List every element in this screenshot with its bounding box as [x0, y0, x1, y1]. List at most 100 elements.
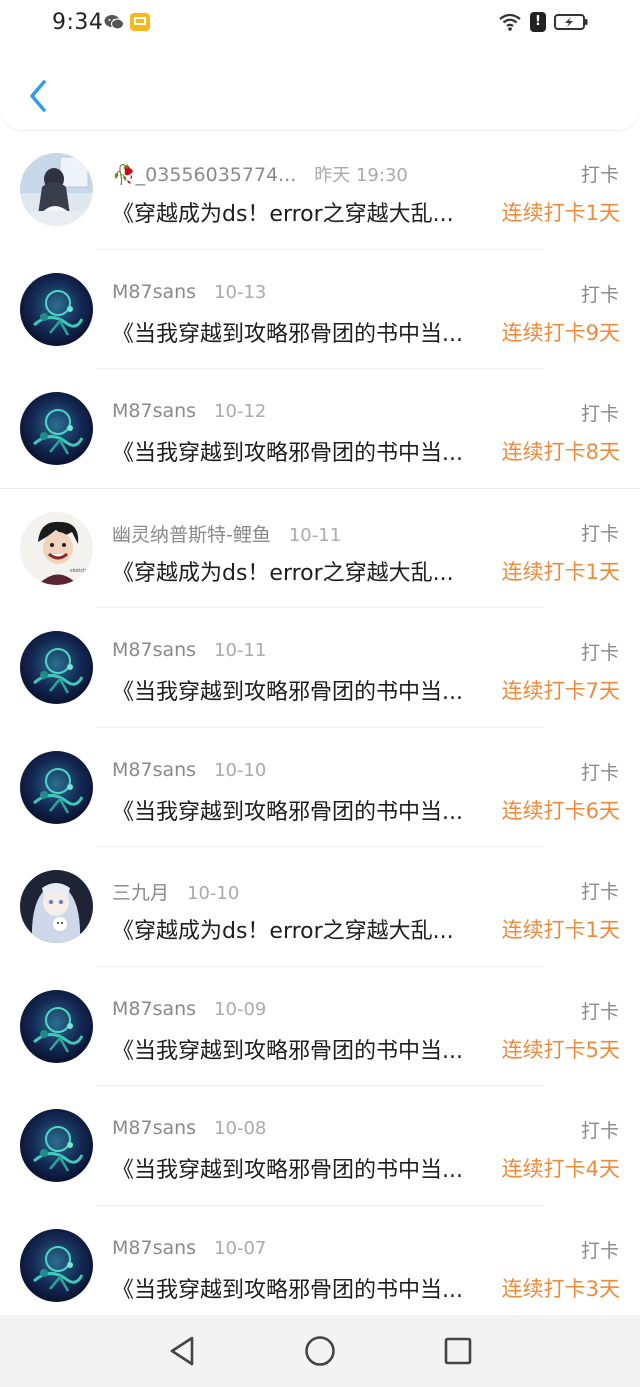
record-date: 10-10	[187, 883, 240, 904]
record-type-tag: 打卡	[580, 1239, 619, 1262]
record-meta: M87sans 10-07	[112, 1237, 266, 1259]
record-type-tag: 打卡	[580, 1000, 619, 1023]
streak-label: 连续打卡3天	[501, 1276, 620, 1301]
record-meta: 🥀_03556035774... 昨天 19:30	[112, 161, 408, 187]
checkin-record-item[interactable]: M87sans 10-09 打卡《当我穿越到攻略邪骨团的书中当... 连续打卡5天	[0, 967, 640, 1086]
streak-label: 连续打卡7天	[501, 679, 620, 703]
avatar[interactable]	[20, 631, 93, 704]
username[interactable]: M87sans	[112, 1117, 196, 1139]
record-type-tag: 打卡	[580, 164, 619, 186]
record-meta: 幽灵纳普斯特-鲤鱼 10-11	[112, 520, 341, 547]
top-bar: 9:34 !	[0, 0, 640, 130]
record-meta: M87sans 10-08	[112, 1117, 266, 1139]
nav-recents-button[interactable]	[438, 1331, 478, 1371]
record-type-tag: 打卡	[580, 283, 619, 306]
username[interactable]: 三九月	[112, 878, 169, 905]
avatar[interactable]: sketch	[20, 511, 93, 585]
book-title[interactable]: 《当我穿越到攻略邪骨团的书中当...	[112, 435, 500, 467]
record-date: 昨天 19:30	[314, 165, 408, 186]
book-title[interactable]: 《当我穿越到攻略邪骨团的书中当...	[112, 674, 500, 706]
book-title[interactable]: 《穿越成为ds！error之穿越大乱...	[112, 196, 500, 228]
record-date: 10-10	[214, 759, 267, 781]
checkin-record-list: 🥀_03556035774... 昨天 19:30 打卡 《穿越成为ds！error之…	[0, 130, 640, 1325]
wifi-icon	[499, 13, 521, 31]
chevron-left-icon	[30, 80, 46, 112]
mail-notification-icon	[130, 13, 150, 31]
record-date: 10-11	[288, 524, 342, 546]
checkin-record-item[interactable]: M87sans 10-07 打卡《当我穿越到攻略邪骨团的书中当... 连续打卡3天	[0, 1206, 640, 1325]
username[interactable]: M87sans	[112, 281, 196, 303]
username[interactable]: M87sans	[112, 759, 196, 781]
record-meta: M87sans 10-10	[112, 759, 266, 781]
book-title[interactable]: 《当我穿越到攻略邪骨团的书中当...	[112, 1033, 500, 1065]
record-type-tag: 打卡	[580, 761, 619, 784]
book-title[interactable]: 《穿越成为ds！error之穿越大乱...	[112, 555, 500, 587]
alert-icon: !	[530, 12, 546, 32]
checkin-record-item[interactable]: M87sans 10-11 打卡《当我穿越到攻略邪骨团的书中当... 连续打卡7天	[0, 608, 640, 728]
record-meta: M87sans 10-11	[112, 639, 266, 661]
avatar[interactable]	[20, 989, 93, 1063]
record-date: 10-08	[214, 1118, 267, 1139]
nav-back-button[interactable]	[162, 1331, 202, 1371]
streak-label: 连续打卡1天	[501, 559, 620, 584]
username[interactable]: M87sans	[112, 1237, 196, 1259]
book-title[interactable]: 《当我穿越到攻略邪骨团的书中当...	[112, 1152, 500, 1184]
record-type-tag: 打卡	[580, 522, 619, 545]
system-nav-bar	[0, 1315, 640, 1387]
record-type-tag: 打卡	[580, 1120, 619, 1142]
svg-text:sketch: sketch	[70, 568, 86, 574]
home-circle-icon	[305, 1336, 335, 1366]
streak-label: 连续打卡9天	[501, 320, 620, 345]
avatar[interactable]	[20, 750, 93, 824]
record-type-tag: 打卡	[580, 642, 619, 664]
checkin-record-item[interactable]: 🥀_03556035774... 昨天 19:30 打卡《穿越成为ds！error之…	[0, 130, 640, 250]
avatar[interactable]	[20, 272, 93, 346]
streak-label: 连续打卡1天	[501, 201, 620, 225]
book-title[interactable]: 《当我穿越到攻略邪骨团的书中当...	[112, 1272, 500, 1304]
username[interactable]: M87sans	[112, 400, 196, 422]
back-button[interactable]	[18, 74, 58, 118]
username[interactable]: M87sans	[112, 998, 196, 1020]
checkin-record-item[interactable]: M87sans 10-13 打卡《当我穿越到攻略邪骨团的书中当... 连续打卡9天	[0, 250, 640, 369]
nav-home-button[interactable]	[300, 1331, 340, 1371]
username[interactable]: M87sans	[112, 639, 196, 661]
record-date: 10-13	[214, 281, 267, 303]
username[interactable]: 🥀_03556035774...	[112, 163, 296, 186]
record-date: 10-07	[214, 1237, 267, 1259]
avatar[interactable]	[20, 1109, 93, 1182]
back-triangle-icon	[170, 1336, 194, 1366]
streak-label: 连续打卡5天	[501, 1037, 620, 1062]
streak-label: 连续打卡4天	[501, 1157, 620, 1181]
checkin-record-item[interactable]: 三九月 10-10 打卡《穿越成为ds！error之穿越大乱... 连续打卡1天	[0, 847, 640, 967]
record-meta: M87sans 10-09	[112, 998, 266, 1020]
record-type-tag: 打卡	[580, 881, 619, 903]
record-type-tag: 打卡	[580, 403, 619, 425]
record-meta: M87sans 10-12	[112, 400, 266, 422]
checkin-record-item[interactable]: M87sans 10-08 打卡《当我穿越到攻略邪骨团的书中当... 连续打卡4天	[0, 1086, 640, 1206]
wechat-icon	[104, 15, 124, 30]
username[interactable]: 幽灵纳普斯特-鲤鱼	[112, 520, 271, 547]
status-left-icons	[104, 13, 150, 31]
streak-label: 连续打卡6天	[501, 798, 620, 823]
book-title[interactable]: 《当我穿越到攻略邪骨团的书中当...	[112, 316, 500, 348]
checkin-record-item[interactable]: M87sans 10-10 打卡《当我穿越到攻略邪骨团的书中当... 连续打卡6天	[0, 728, 640, 847]
checkin-record-item[interactable]: sketch 幽灵纳普斯特-鲤鱼 10-11 打卡《穿越成为ds！error之穿越大乱…	[0, 489, 640, 608]
avatar[interactable]	[20, 153, 93, 226]
checkin-record-item[interactable]: M87sans 10-12 打卡《当我穿越到攻略邪骨团的书中当... 连续打卡8天	[0, 369, 640, 489]
record-meta: 三九月 10-10	[112, 878, 239, 905]
avatar[interactable]	[20, 392, 93, 465]
streak-label: 连续打卡8天	[501, 440, 620, 464]
recents-square-icon	[444, 1337, 472, 1365]
record-meta: M87sans 10-13	[112, 281, 266, 303]
record-date: 10-11	[214, 640, 267, 661]
checkin-records-screen: 9:34 ! 🥀_03556035774... 昨天 19:30 打卡 《穿越成…	[0, 0, 640, 1387]
avatar[interactable]	[20, 870, 93, 943]
record-date: 10-09	[214, 998, 267, 1020]
battery-charging-icon	[554, 14, 588, 30]
avatar[interactable]	[20, 1228, 93, 1302]
book-title[interactable]: 《穿越成为ds！error之穿越大乱...	[112, 913, 500, 945]
book-title[interactable]: 《当我穿越到攻略邪骨团的书中当...	[112, 794, 500, 826]
status-right-icons: !	[498, 12, 588, 32]
streak-label: 连续打卡1天	[501, 918, 620, 942]
record-date: 10-12	[214, 401, 267, 422]
